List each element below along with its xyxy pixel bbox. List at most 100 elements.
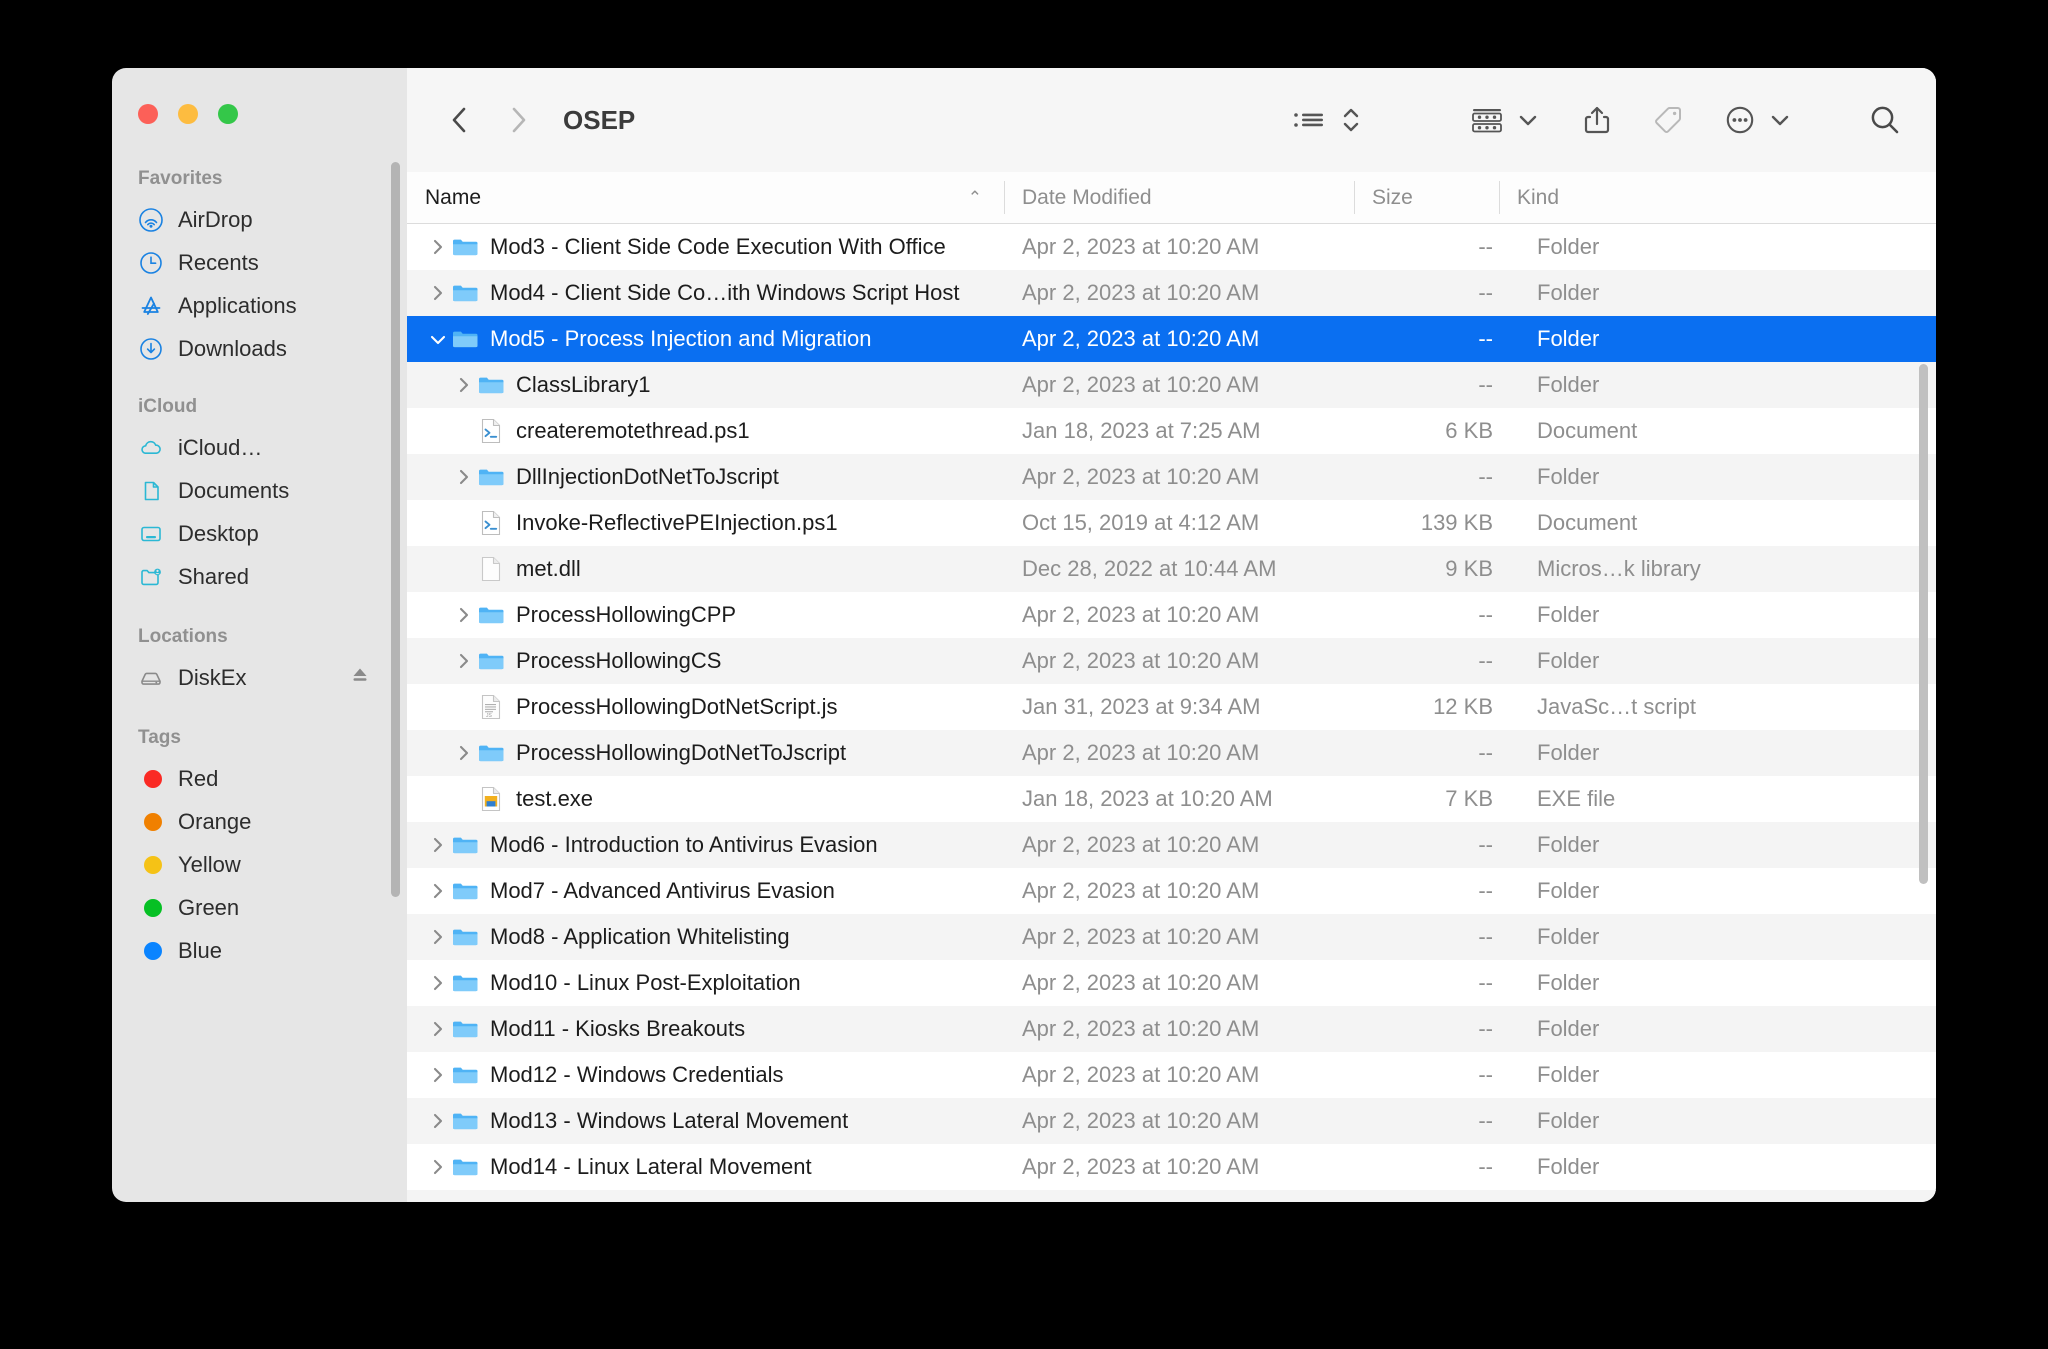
folder-icon [451, 1153, 479, 1181]
disclosure-collapsed-icon[interactable] [425, 927, 451, 947]
table-row[interactable]: Mod15 - Microsoft SQL Attacks Apr 2, 2023… [407, 1190, 1936, 1202]
disclosure-collapsed-icon[interactable] [425, 1111, 451, 1131]
row-date-cell: Apr 2, 2023 at 10:20 AM [1022, 1016, 1260, 1041]
folder-icon [451, 831, 479, 859]
table-row[interactable]: Mod11 - Kiosks Breakouts Apr 2, 2023 at 1… [407, 1006, 1936, 1052]
table-row[interactable]: Mod5 - Process Injection and Migration Ap… [407, 316, 1936, 362]
eject-icon[interactable] [349, 664, 371, 692]
table-row[interactable]: DllInjectionDotNetToJscript Apr 2, 2023 a… [407, 454, 1936, 500]
tag-button[interactable] [1652, 97, 1684, 143]
table-row[interactable]: Mod7 - Advanced Antivirus Evasion Apr 2, … [407, 868, 1936, 914]
file-list-scrollbar[interactable] [1919, 364, 1928, 884]
table-row[interactable]: ProcessHollowingDotNetToJscript Apr 2, 20… [407, 730, 1936, 776]
row-size-cell: 12 KB [1433, 694, 1493, 719]
table-row[interactable]: JS ProcessHollowingDotNetScript.js Jan 31,… [407, 684, 1936, 730]
more-actions-button[interactable] [1724, 97, 1756, 143]
table-row[interactable]: createremotethread.ps1 Jan 18, 2023 at 7:… [407, 408, 1936, 454]
row-name-cell: Mod12 - Windows Credentials [407, 1061, 1022, 1089]
search-button[interactable] [1868, 97, 1902, 143]
back-button[interactable] [437, 97, 483, 143]
maximize-button[interactable] [218, 104, 238, 124]
sidebar-item-recents[interactable]: Recents [112, 241, 407, 284]
list-view-button[interactable] [1292, 97, 1326, 143]
sidebar-item-label: Orange [178, 808, 252, 834]
table-row[interactable]: Mod14 - Linux Lateral Movement Apr 2, 202… [407, 1144, 1936, 1190]
column-header-kind[interactable]: Kind [1499, 172, 1936, 223]
sidebar-tag-red[interactable]: Red [112, 757, 407, 800]
forward-button[interactable] [495, 97, 541, 143]
disclosure-expanded-icon[interactable] [425, 329, 451, 349]
table-row[interactable]: Invoke-ReflectivePEInjection.ps1 Oct 15, … [407, 500, 1936, 546]
disclosure-collapsed-icon[interactable] [451, 743, 477, 763]
row-size-cell: 9 KB [1445, 556, 1493, 581]
table-row[interactable]: ClassLibrary1 Apr 2, 2023 at 10:20 AM -- Fo… [407, 362, 1936, 408]
group-by-chevron-icon[interactable] [1518, 97, 1538, 143]
tag-dot-green-icon [138, 895, 164, 921]
sidebar-item-label: Green [178, 894, 240, 920]
row-date-cell: Oct 15, 2019 at 4:12 AM [1022, 510, 1260, 535]
disclosure-collapsed-icon[interactable] [425, 881, 451, 901]
sidebar-tag-green[interactable]: Green [112, 886, 407, 929]
disclosure-collapsed-icon[interactable] [425, 1019, 451, 1039]
disclosure-collapsed-icon[interactable] [425, 973, 451, 993]
file-list[interactable]: Mod3 - Client Side Code Execution With O… [407, 224, 1936, 1202]
table-row[interactable]: ProcessHollowingCPP Apr 2, 2023 at 10:20 … [407, 592, 1936, 638]
row-name-label: ProcessHollowingCPP [516, 602, 737, 627]
column-header-size-label: Size [1372, 185, 1413, 209]
close-button[interactable] [138, 104, 158, 124]
column-header-name[interactable]: Name ⌃ [407, 172, 1004, 223]
more-actions-chevron-icon[interactable] [1770, 97, 1790, 143]
disclosure-collapsed-icon[interactable] [451, 651, 477, 671]
disclosure-collapsed-icon[interactable] [425, 1157, 451, 1177]
table-row[interactable]: ProcessHollowingCS Apr 2, 2023 at 10:20 A… [407, 638, 1936, 684]
table-row[interactable]: Mod10 - Linux Post-Exploitation Apr 2, 20… [407, 960, 1936, 1006]
sidebar-tag-yellow[interactable]: Yellow [112, 843, 407, 886]
table-row[interactable]: met.dll Dec 28, 2022 at 10:44 AM 9 KB Micro… [407, 546, 1936, 592]
sidebar-item-desktop[interactable]: Desktop [112, 512, 407, 555]
table-row[interactable]: test.exe Jan 18, 2023 at 10:20 AM 7 KB EXE … [407, 776, 1936, 822]
sort-order-button[interactable] [1340, 97, 1362, 143]
row-name-label: Mod11 - Kiosks Breakouts [490, 1016, 746, 1041]
sidebar-item-icloud-drive[interactable]: iCloud… [112, 426, 407, 469]
sidebar-item-airdrop[interactable]: AirDrop [112, 198, 407, 241]
column-header-date-modified[interactable]: Date Modified [1004, 172, 1354, 223]
row-name-label: ProcessHollowingDotNetScript.js [516, 694, 838, 719]
disclosure-collapsed-icon[interactable] [451, 467, 477, 487]
sidebar-item-label: Desktop [178, 520, 259, 546]
column-header-size[interactable]: Size [1354, 172, 1499, 223]
disclosure-collapsed-icon[interactable] [451, 605, 477, 625]
disclosure-collapsed-icon[interactable] [425, 835, 451, 855]
script-icon [477, 509, 505, 537]
group-by-button[interactable] [1470, 97, 1504, 143]
row-size-cell: -- [1478, 648, 1493, 673]
minimize-button[interactable] [178, 104, 198, 124]
share-button[interactable] [1582, 97, 1612, 143]
table-row[interactable]: Mod13 - Windows Lateral Movement Apr 2, 2… [407, 1098, 1936, 1144]
table-row[interactable]: Mod8 - Application Whitelisting Apr 2, 20… [407, 914, 1936, 960]
table-row[interactable]: Mod12 - Windows Credentials Apr 2, 2023 a… [407, 1052, 1936, 1098]
sidebar-item-applications[interactable]: Applications [112, 284, 407, 327]
row-kind-cell: Document [1537, 418, 1638, 443]
sidebar-item-diskex[interactable]: DiskEx [112, 656, 407, 699]
row-name-label: Mod6 - Introduction to Antivirus Evasion [490, 832, 878, 857]
row-kind-cell: Folder [1537, 372, 1600, 397]
disclosure-collapsed-icon[interactable] [451, 375, 477, 395]
sidebar-item-shared[interactable]: Shared [112, 555, 407, 598]
table-row[interactable]: Mod3 - Client Side Code Execution With O… [407, 224, 1936, 270]
table-row[interactable]: Mod4 - Client Side Co…ith Windows Script… [407, 270, 1936, 316]
sidebar-tag-blue[interactable]: Blue [112, 929, 407, 972]
sidebar-section-icloud: iCloud [138, 396, 198, 417]
sidebar-item-downloads[interactable]: Downloads [112, 327, 407, 370]
sidebar-item-documents[interactable]: Documents [112, 469, 407, 512]
row-kind-cell: Folder [1537, 1154, 1600, 1179]
row-date-cell: Apr 2, 2023 at 10:20 AM [1022, 924, 1260, 949]
table-row[interactable]: Mod6 - Introduction to Antivirus Evasion… [407, 822, 1936, 868]
folder-icon [451, 279, 479, 307]
disclosure-collapsed-icon[interactable] [425, 283, 451, 303]
row-name-label: Mod8 - Application Whitelisting [490, 924, 790, 949]
disclosure-collapsed-icon[interactable] [425, 1065, 451, 1085]
disclosure-collapsed-icon[interactable] [425, 237, 451, 257]
row-kind-cell: Folder [1537, 648, 1600, 673]
sidebar-tag-orange[interactable]: Orange [112, 800, 407, 843]
sidebar-scrollbar[interactable] [391, 162, 400, 897]
